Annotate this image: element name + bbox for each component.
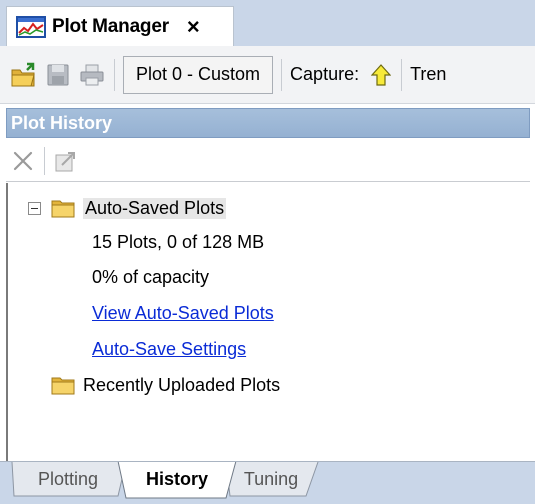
main-toolbar: Plot 0 - Custom Capture: Tren [0,46,535,104]
toolbar-separator [401,58,403,91]
toolbar-separator [44,146,45,175]
tab-plot-manager[interactable]: Plot Manager × [6,6,234,46]
tree-node-auto-saved[interactable]: Auto-Saved Plots [28,193,227,223]
delete-icon[interactable] [8,146,38,176]
plot-history-tree: Auto-Saved Plots 15 Plots, 0 of 128 MB 0… [6,183,530,461]
tab-plotting[interactable]: Plotting [18,462,118,496]
capture-arrow-icon[interactable] [371,63,393,87]
export-icon[interactable] [51,146,81,176]
folder-icon [51,377,75,395]
tree-link-settings[interactable]: Auto-Save Settings [92,334,246,364]
tree-info-capacity: 0% of capacity [92,262,209,292]
tab-title: Plot Manager [52,15,169,37]
bottom-tab-strip: Plotting History Tuning [0,461,535,504]
tab-tuning[interactable]: Tuning [232,462,310,496]
collapse-expander-icon[interactable] [28,201,41,215]
document-tab-strip: Plot Manager × [0,0,535,46]
tree-link-view[interactable]: View Auto-Saved Plots [92,298,274,328]
plot-manager-window: Plot Manager × Plot 0 - Custom Capture: … [0,0,535,504]
trend-button-label[interactable]: Tren [410,64,446,85]
capture-label: Capture: [290,64,360,84]
toolbar-separator [281,58,283,91]
auto-save-settings-link[interactable]: Auto-Save Settings [92,339,246,360]
plot-manager-icon [16,15,46,38]
folder-icon [51,200,75,218]
tree-node-label: Auto-Saved Plots [83,197,227,219]
plot-count-text: 15 Plots, 0 of 128 MB [92,231,265,252]
panel-title: Plot History [6,108,530,138]
tree-info-summary: 15 Plots, 0 of 128 MB [92,227,264,257]
tree-node-recent[interactable]: Recently Uploaded Plots [51,370,280,400]
capacity-text: 0% of capacity [92,266,210,287]
save-icon[interactable] [44,61,72,89]
open-folder-icon[interactable] [10,61,38,89]
panel-toolbar [6,140,530,182]
plot-selector-button[interactable]: Plot 0 - Custom [123,55,274,94]
view-auto-saved-link[interactable]: View Auto-Saved Plots [92,303,274,324]
toolbar-separator [114,58,115,91]
tab-history[interactable]: History [128,462,226,496]
print-icon[interactable] [78,61,106,89]
close-icon[interactable]: × [187,15,200,38]
tree-node-label: Recently Uploaded Plots [83,374,281,395]
